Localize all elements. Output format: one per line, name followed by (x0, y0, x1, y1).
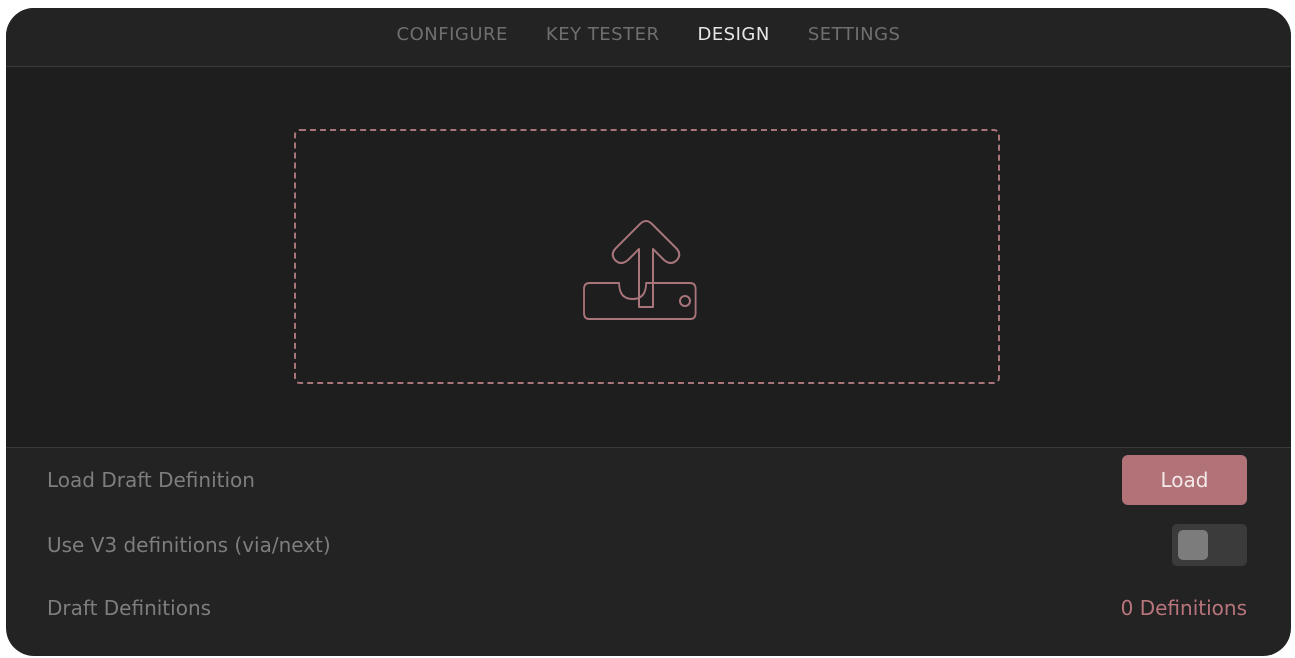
tab-key-tester[interactable]: KEY TESTER (546, 24, 660, 45)
tab-design[interactable]: DESIGN (697, 24, 769, 45)
draft-definitions-label: Draft Definitions (47, 596, 212, 620)
use-v3-toggle[interactable] (1172, 524, 1247, 566)
load-button[interactable]: Load (1122, 455, 1247, 505)
toggle-knob (1178, 530, 1208, 560)
draft-definitions-row: Draft Definitions 0 Definitions (6, 583, 1291, 633)
design-main-area (6, 67, 1291, 448)
tab-settings[interactable]: SETTINGS (808, 24, 901, 45)
tab-configure[interactable]: CONFIGURE (397, 24, 508, 45)
load-draft-label: Load Draft Definition (47, 468, 255, 492)
tab-bar: CONFIGURE KEY TESTER DESIGN SETTINGS (6, 8, 1291, 60)
use-v3-row: Use V3 definitions (via/next) (6, 520, 1291, 570)
file-dropzone[interactable] (294, 129, 1000, 384)
definitions-count: 0 Definitions (1120, 596, 1247, 620)
load-draft-row: Load Draft Definition Load (6, 455, 1291, 505)
use-v3-label: Use V3 definitions (via/next) (47, 533, 331, 557)
upload-icon (583, 220, 697, 320)
top-nav-bar: CONFIGURE KEY TESTER DESIGN SETTINGS (6, 8, 1291, 67)
app-window: CONFIGURE KEY TESTER DESIGN SETTINGS Loa… (6, 8, 1291, 656)
